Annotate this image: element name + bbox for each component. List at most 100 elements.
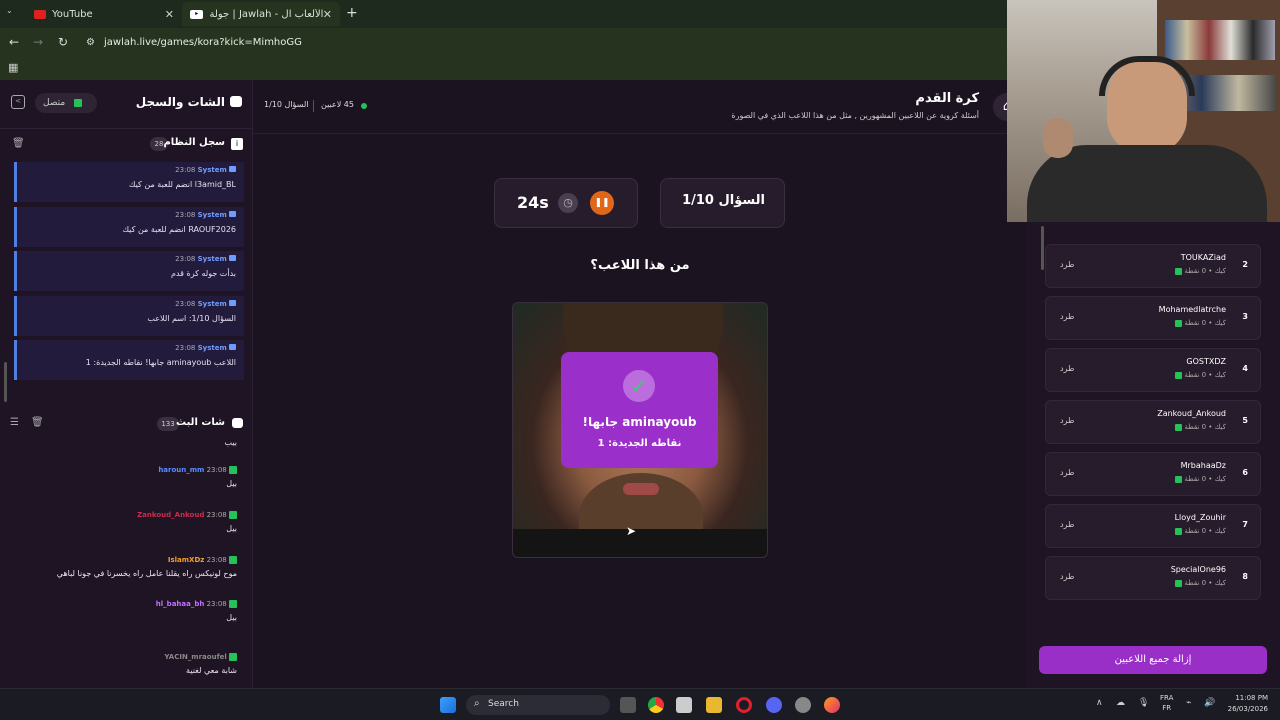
log-scrollbar[interactable] [4, 362, 7, 402]
forward-icon[interactable]: → [33, 35, 43, 49]
language-indicator[interactable]: FRA FR [1160, 693, 1173, 713]
chat-message-header: haroun_mm 23:08 [7, 466, 237, 474]
log-message: بدأت جوله كرة قدم [170, 269, 236, 278]
collapse-panel-icon[interactable]: < [11, 95, 25, 109]
system-log-header: 🗑 28 سجل النظام i [0, 134, 253, 156]
kick-icon [1175, 319, 1183, 327]
game-subtitle: أسئلة كروية عن اللاعبين المشهورين , مثل … [731, 111, 979, 120]
close-tab-icon[interactable]: ✕ [165, 8, 174, 21]
chat-username[interactable]: hl_bahaa_bh [156, 600, 205, 608]
chat-message: Zankoud_Ankoud 23:08 بيل [7, 511, 237, 533]
kick-icon [229, 511, 237, 519]
status-pill: متصل [35, 93, 97, 113]
opera-icon[interactable] [736, 697, 752, 713]
taskbar-search[interactable]: ⌕ Search [466, 695, 610, 715]
media-app-icon[interactable] [676, 697, 692, 713]
url-field[interactable]: jawlah.live/games/kora?kick=MimhoGG [104, 37, 302, 48]
chat-text: بيل [226, 613, 237, 622]
system-icon [229, 344, 236, 350]
kick-icon [229, 556, 237, 564]
player-name: MrbahaaDz [1180, 461, 1226, 470]
chat-bubble-icon [230, 96, 242, 107]
kick-player-button[interactable]: طرد [1060, 416, 1074, 425]
stream-chat-list: بيب haroun_mm 23:08 بيل Zankoud_Ankoud 23… [0, 438, 253, 684]
divider [0, 128, 253, 129]
kick-player-button[interactable]: طرد [1060, 260, 1074, 269]
task-view-icon[interactable] [620, 697, 636, 713]
timer-value: 24s [517, 193, 549, 212]
chat-text: بيب [224, 438, 238, 447]
mouse-cursor-icon: ➤ [626, 524, 637, 538]
network-icon[interactable]: ⌁ [1186, 698, 1191, 708]
chat-message-header: hl_bahaa_bh 23:08 [7, 600, 237, 608]
tab-youtube[interactable]: YouTube ✕ [26, 2, 182, 26]
player-row: طرد TOUKAZiad كيك • 0 نقطة 2 [1045, 244, 1261, 288]
volume-icon[interactable]: 🔊 [1204, 698, 1215, 708]
filter-icon[interactable]: ☰ [10, 417, 19, 428]
tray-app-icon[interactable]: ☁ [1116, 698, 1125, 708]
tab-jawlah[interactable]: ▸ جولة | Jawlah - منصة الألعاب ال... ✕ [182, 2, 340, 26]
kick-player-button[interactable]: طرد [1060, 364, 1074, 373]
chat-time: 23:08 [206, 556, 227, 564]
players-scrollbar[interactable] [1041, 226, 1044, 270]
player-points: كيك • 0 نقطة [1175, 267, 1226, 275]
player-points: كيك • 0 نقطة [1175, 319, 1226, 327]
player-points: كيك • 0 نقطة [1175, 371, 1226, 379]
system-log-entry: 23:08 System اللاعب aminayoub جابها! نقا… [14, 340, 244, 380]
popup-line1: aminayoub جابها! [582, 415, 697, 429]
chat-username[interactable]: YACIN_mraoufel [164, 653, 226, 661]
tray-chevron-icon[interactable]: ∧ [1096, 698, 1103, 708]
trash-icon[interactable]: 🗑 [31, 417, 44, 428]
player-row: طرد MrbahaaDz كيك • 0 نقطة 6 [1045, 452, 1261, 496]
player-name: Zankoud_Ankoud [1157, 409, 1226, 418]
kick-icon [229, 653, 237, 661]
child-shape [1043, 118, 1073, 158]
player-rank: 6 [1242, 468, 1248, 477]
info-icon: i [231, 138, 243, 150]
search-icon: ⌕ [474, 698, 480, 709]
system-log-entry: 23:08 System بدأت جوله كرة قدم [14, 251, 244, 291]
chat-username[interactable]: Zankoud_Ankoud [137, 511, 204, 519]
file-explorer-icon[interactable] [706, 697, 722, 713]
system-icon [229, 299, 236, 306]
remove-all-players-button[interactable]: إزالة جميع اللاعبين [1039, 646, 1267, 674]
chat-time: 23:08 [206, 600, 227, 608]
settings-icon[interactable] [795, 697, 811, 713]
reload-icon[interactable]: ↻ [58, 35, 68, 49]
chat-username[interactable]: haroun_mm [158, 466, 204, 474]
chrome-icon[interactable] [648, 697, 664, 713]
firefox-icon[interactable] [824, 697, 840, 713]
chat-bubble-icon [232, 418, 243, 428]
page: < متصل الشات والسجل 🗑 28 سجل النظام i 23… [0, 0, 1280, 688]
kick-player-button[interactable]: طرد [1060, 312, 1074, 321]
correct-answer-popup: ✓ aminayoub جابها! نقاطه الجديدة: 1 [561, 352, 718, 468]
kick-player-button[interactable]: طرد [1060, 468, 1074, 477]
player-name: GOSTXDZ [1186, 357, 1226, 366]
player-row: طرد Mohamedlatrche كيك • 0 نقطة 3 [1045, 296, 1261, 340]
pause-button[interactable]: ❚❚ [590, 191, 614, 215]
new-tab-button[interactable]: + [346, 5, 358, 21]
apps-grid-icon[interactable]: ▦ [8, 61, 18, 74]
trash-icon[interactable]: 🗑 [12, 138, 25, 149]
chat-username[interactable]: IslamXDz [168, 556, 204, 564]
timer-box: 24s ◷ ❚❚ [494, 178, 638, 228]
microphone-icon[interactable]: 🎙 [1138, 698, 1149, 708]
back-icon[interactable]: ← [9, 35, 19, 49]
tab-list-menu[interactable]: ⌄ [6, 6, 20, 20]
discord-icon[interactable] [766, 697, 782, 713]
kick-player-button[interactable]: طرد [1060, 520, 1074, 529]
clock[interactable]: 11:08 PM 26/03/2026 [1224, 693, 1268, 715]
close-tab-icon[interactable]: ✕ [323, 8, 332, 21]
site-info-icon[interactable]: ⚙ [86, 37, 95, 48]
chat-panel-title: الشات والسجل [135, 95, 225, 109]
chat-message-header: Zankoud_Ankoud 23:08 [7, 511, 237, 519]
chat-message-header: YACIN_mraoufel [7, 653, 237, 661]
kick-icon [1175, 423, 1183, 431]
jawlah-icon: ▸ [190, 9, 204, 19]
kick-player-button[interactable]: طرد [1060, 572, 1074, 581]
question-counter-box: السؤال 1/10 [660, 178, 785, 228]
player-name: SpecialOne96 [1170, 565, 1226, 574]
chat-time: 23:08 [206, 466, 227, 474]
windows-start-icon[interactable] [440, 697, 456, 713]
kick-icon [229, 466, 237, 474]
